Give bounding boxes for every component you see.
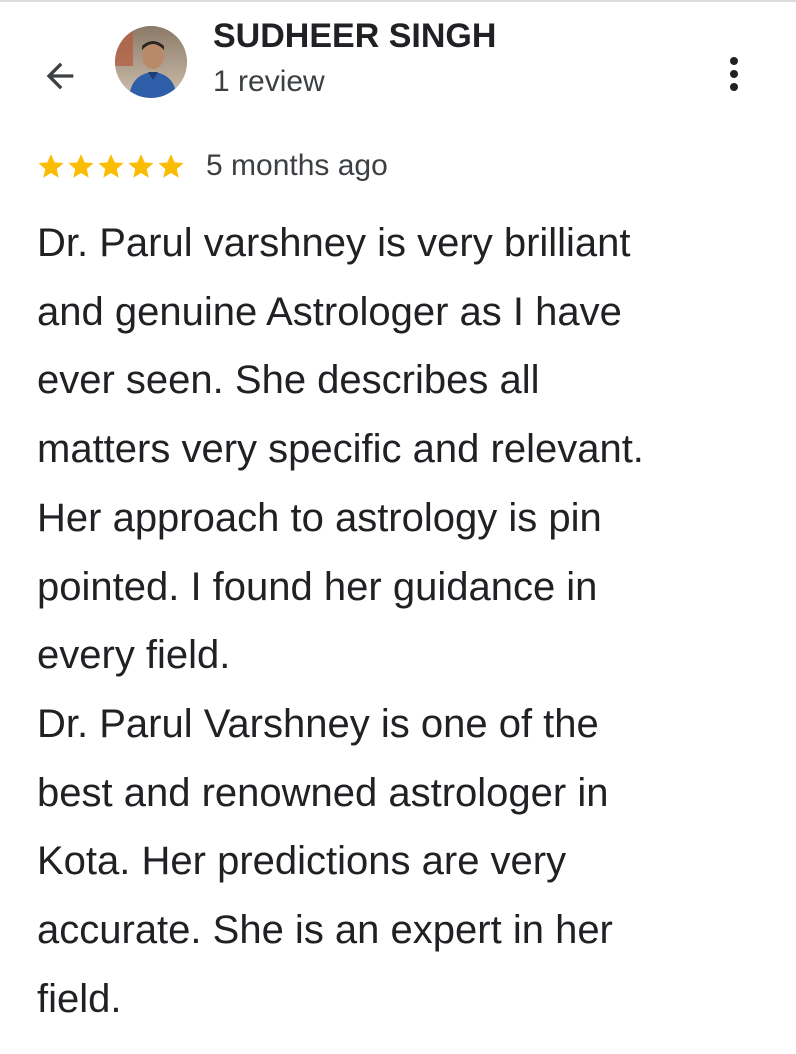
arrow-left-icon — [46, 62, 74, 90]
review-text-line: Dr. Parul Varshney is one of the — [37, 701, 599, 746]
review-text-line: and genuine Astrologer as I have — [37, 289, 622, 334]
review-time: 5 months ago — [206, 149, 388, 182]
profile-photo-icon — [115, 26, 187, 98]
star-icon — [98, 154, 124, 178]
star-icon — [158, 154, 184, 178]
reviewer-header: SUDHEER SINGH 1 review — [0, 0, 796, 130]
star-icon — [68, 154, 94, 178]
more-vertical-icon — [730, 57, 738, 65]
rating-row: 5 months ago — [36, 146, 388, 186]
reviewer-name[interactable]: SUDHEER SINGH — [213, 17, 496, 56]
review-text: Dr. Parul varshney is very brilliant and … — [37, 209, 777, 1033]
star-rating — [36, 151, 186, 181]
review-text-line: pointed. I found her guidance in — [37, 564, 598, 609]
review-text-line: matters very specific and relevant. — [37, 427, 644, 472]
star-icon — [128, 154, 154, 178]
more-vertical-icon-dot-2 — [730, 70, 738, 78]
review-text-line: every field. — [37, 633, 231, 678]
back-button[interactable] — [36, 52, 84, 100]
review-count: 1 review — [213, 65, 325, 98]
review-text-line: best and renowned astrologer in — [37, 770, 609, 815]
review-text-line: Her approach to astrology is pin — [37, 495, 602, 540]
review-page: SUDHEER SINGH 1 review 5 months ago Dr. … — [0, 0, 796, 1054]
avatar[interactable] — [115, 26, 187, 98]
review-text-line: field. — [37, 976, 122, 1021]
review-text-line: Kota. Her predictions are very — [37, 839, 567, 884]
star-icon — [38, 154, 64, 178]
review-text-line: Dr. Parul varshney is very brilliant — [37, 221, 631, 265]
more-vertical-icon-dot-3 — [730, 83, 738, 91]
more-options-button[interactable] — [712, 50, 756, 98]
review-text-line: ever seen. She describes all — [37, 358, 540, 403]
review-text-line: accurate. She is an expert in her — [37, 908, 613, 953]
